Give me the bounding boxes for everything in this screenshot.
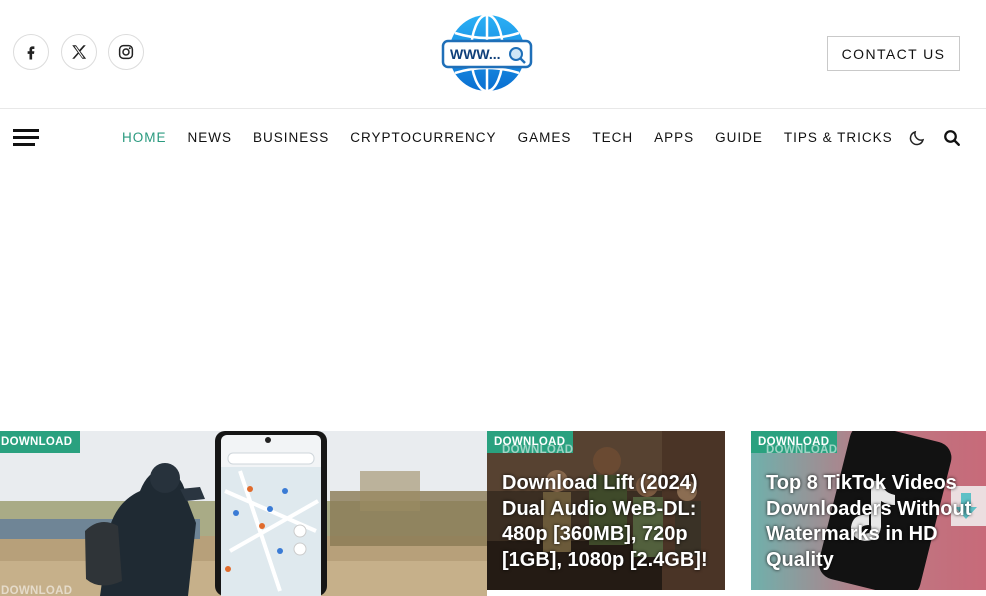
dark-mode-toggle-icon[interactable]: [908, 129, 926, 147]
facebook-icon[interactable]: [13, 34, 49, 70]
nav-item-news[interactable]: NEWS: [188, 130, 233, 145]
category-label-overlay: DOWNLOAD: [1, 585, 73, 596]
featured-card-1[interactable]: DOWNLOAD DOWNLOAD: [0, 431, 487, 596]
nav-item-home[interactable]: HOME: [122, 130, 167, 145]
site-header: WWW... CONTACT US: [0, 0, 986, 109]
search-icon[interactable]: [943, 129, 961, 147]
nav-item-tips-tricks[interactable]: TIPS & TRICKS: [784, 130, 893, 145]
nav-item-apps[interactable]: APPS: [654, 130, 694, 145]
x-icon[interactable]: [61, 34, 97, 70]
nav-item-guide[interactable]: GUIDE: [715, 130, 763, 145]
article-title[interactable]: Download Lift (2024) Dual Audio WeB-DL: …: [502, 471, 717, 573]
instagram-icon[interactable]: [108, 34, 144, 70]
category-label-overlay: DOWNLOAD: [502, 444, 574, 456]
nav-item-tech[interactable]: TECH: [592, 130, 633, 145]
nav-item-games[interactable]: GAMES: [518, 130, 572, 145]
nav-item-business[interactable]: BUSINESS: [253, 130, 329, 145]
category-label-overlay: DOWNLOAD: [766, 444, 838, 456]
article-title[interactable]: Top 8 TikTok Videos Downloaders Without …: [766, 471, 978, 573]
featured-card-2[interactable]: DOWNLOAD DOWNLOAD Download Lift (2024) D…: [487, 431, 725, 590]
svg-text:WWW...: WWW...: [450, 46, 501, 62]
nav-links: HOME NEWS BUSINESS CRYPTOCURRENCY GAMES …: [122, 130, 914, 145]
category-badge[interactable]: DOWNLOAD: [0, 431, 81, 453]
nav-item-cryptocurrency[interactable]: CRYPTOCURRENCY: [350, 130, 496, 145]
contact-us-button[interactable]: CONTACT US: [827, 36, 960, 71]
main-navigation: HOME NEWS BUSINESS CRYPTOCURRENCY GAMES …: [0, 109, 986, 167]
featured-card-3[interactable]: DOWNLOAD DOWNLOAD Top 8 TikTok Videos Do…: [751, 431, 986, 590]
featured-image-1: [0, 431, 487, 596]
menu-icon[interactable]: [13, 129, 39, 147]
site-logo[interactable]: WWW...: [441, 13, 533, 93]
